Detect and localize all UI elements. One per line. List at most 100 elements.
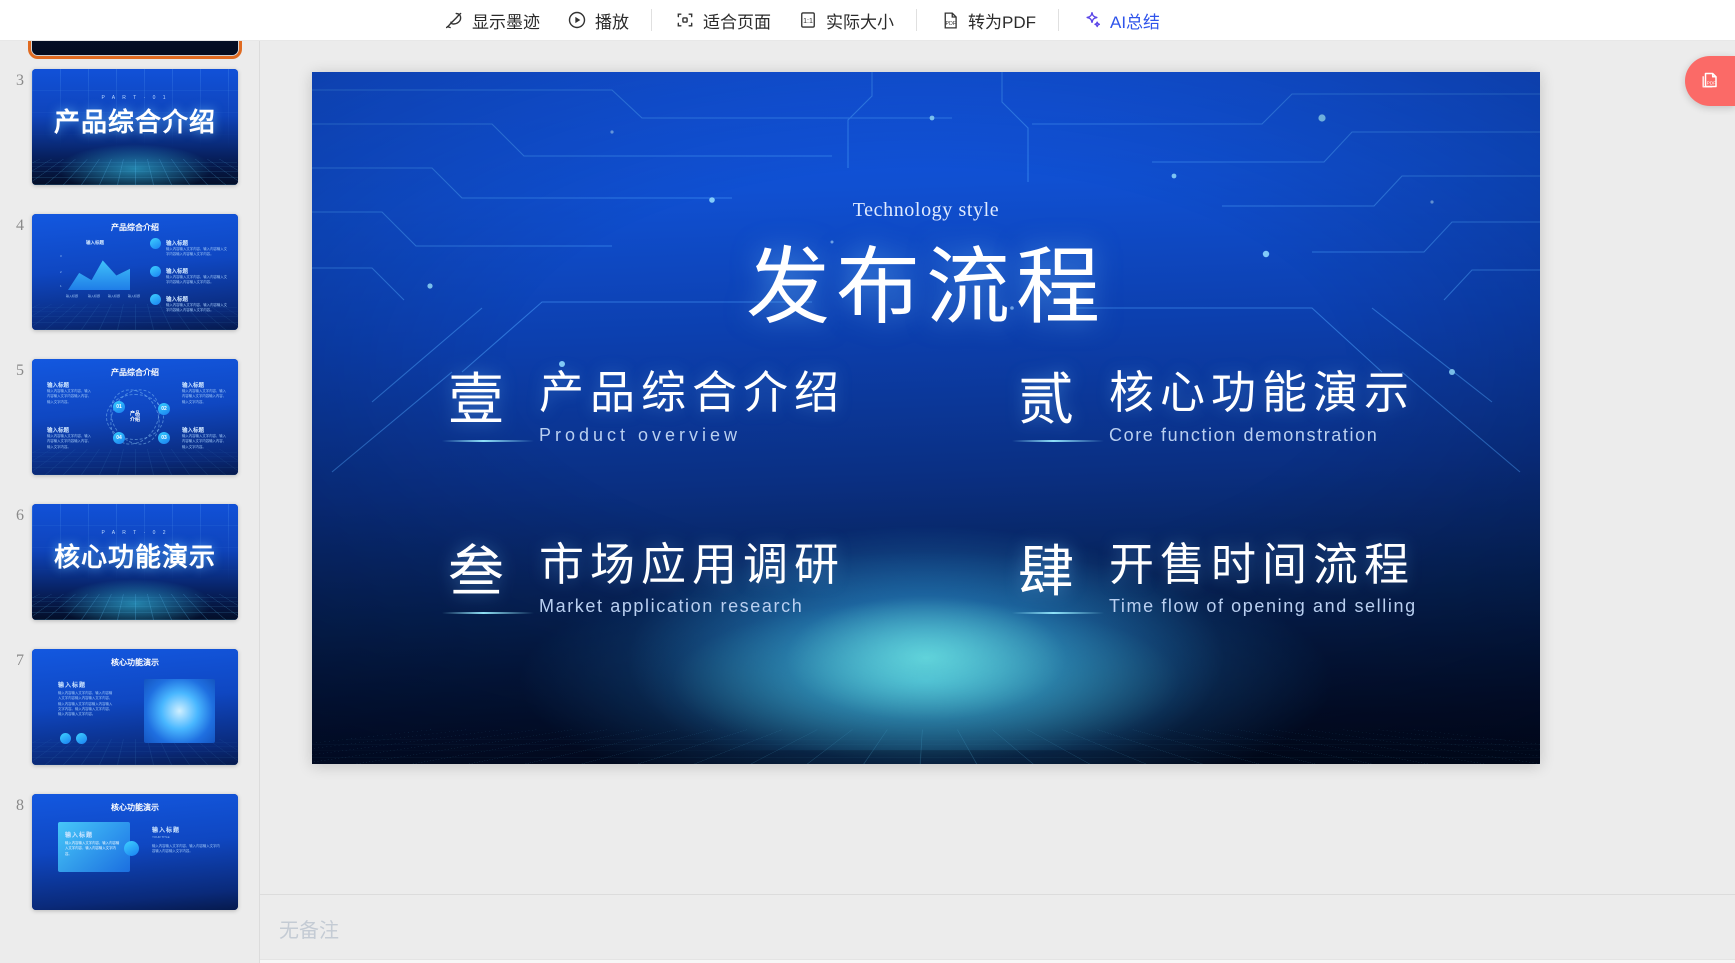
- thumb-item-label: 输入标题: [58, 683, 87, 689]
- agenda-item-2[interactable]: 贰 核心功能演示 Core function demonstration: [926, 368, 1540, 446]
- thumb-item-body: 输入内容输入文字内容，输入内容输入文字内容输入内容，输入文字内容。: [47, 389, 92, 404]
- toolbar-divider-3: [1058, 9, 1059, 31]
- notes-pane[interactable]: 无备注: [260, 894, 1735, 963]
- slide-number-4: 4: [16, 217, 24, 234]
- agenda-subtitle-1: Product overview: [539, 424, 742, 445]
- toolbar-divider-1: [651, 9, 652, 31]
- slide-stage: Technology style 发布流程 壹 产品综合介绍 Product o…: [260, 41, 1735, 894]
- thumb-background: [32, 41, 238, 55]
- thumb-item-sub: YOUR TITLE: [152, 835, 170, 839]
- thumb-bullet-icon: [76, 733, 87, 744]
- thumb-axis-tick: 2: [60, 270, 62, 274]
- thumbnail-row-6[interactable]: 6 P A R T · 0 2 核心功能演示: [0, 504, 259, 620]
- agenda-item-3[interactable]: 叁 市场应用调研 Market application research: [312, 538, 926, 618]
- agenda-number-3: 叁: [442, 539, 534, 614]
- notes-divider: [260, 894, 1735, 895]
- fit-page-button[interactable]: 适合页面: [661, 0, 784, 41]
- slide-eyebrow: Technology style: [852, 199, 1000, 221]
- thumb-floor-grid: [32, 449, 238, 475]
- sidebar-scrollbar-track[interactable]: [244, 41, 250, 963]
- agenda-number-1: 壹: [442, 368, 534, 442]
- slide-thumbnail-3[interactable]: P A R T · 0 1 产品综合介绍: [32, 69, 238, 185]
- svg-text:1:1: 1:1: [803, 17, 813, 25]
- thumb-orbit-node: 02: [158, 403, 170, 415]
- thumb-item-label: 输入标题: [166, 297, 189, 303]
- slide-thumbnail-5[interactable]: 产品综合介绍 产品 介绍 01 02 03 04 输入标题 输入内容输入文字内容，…: [32, 359, 238, 475]
- ai-summary-label: AI总结: [1110, 12, 1161, 32]
- to-pdf-button[interactable]: PDF 转为PDF: [926, 0, 1049, 41]
- svg-text:PDF: PDF: [1707, 80, 1716, 85]
- slide-thumbnail-6[interactable]: P A R T · 0 2 核心功能演示: [32, 504, 238, 620]
- thumb-item-label: 输入标题: [166, 269, 189, 275]
- thumb-bullet-icon: [150, 294, 161, 305]
- thumbnail-row-7[interactable]: 7 核心功能演示 输入标题 输入内容输入文字内容，输入内容输入文字内容输入内容输…: [0, 649, 259, 765]
- ai-summary-button[interactable]: AI总结: [1068, 0, 1173, 41]
- toolbar-divider-2: [916, 9, 917, 31]
- thumb-chart-label: 输入标题: [86, 240, 104, 245]
- thumb-title: 核心功能演示: [53, 542, 216, 572]
- thumb-item-body: 输入内容输入文字内容，输入内容输入文字内容输入内容，输入文字内容。: [47, 434, 92, 449]
- slide-number-6: 6: [16, 507, 24, 524]
- thumb-title: 产品综合介绍: [111, 223, 159, 232]
- agenda-title-1: 产品综合介绍: [539, 367, 846, 418]
- thumb-title: 产品综合介绍: [111, 368, 159, 377]
- slide-thumbnail-7[interactable]: 核心功能演示 输入标题 输入内容输入文字内容，输入内容输入文字内容输入内容输入文…: [32, 649, 238, 765]
- to-pdf-label: 转为PDF: [968, 12, 1036, 32]
- agenda-title-4: 开售时间流程: [1109, 538, 1416, 590]
- export-pdf-fab[interactable]: PDF: [1685, 56, 1735, 106]
- pdf-pages-icon: PDF: [1697, 68, 1723, 94]
- thumb-axis-label: 输入标题: [128, 294, 141, 298]
- slide-thumbnail-sidebar[interactable]: 3 P A R T · 0 1 产品综合介绍 4 产品综合介绍 输入标题 3 2…: [0, 41, 259, 963]
- thumbnail-row-4[interactable]: 4 产品综合介绍 输入标题 3 2 1 输入标题 输入标题 输入标题 输入标题 …: [0, 214, 259, 330]
- agenda-title-3: 市场应用调研: [539, 538, 846, 590]
- thumb-item-body: 输入内容输入文字内容，输入内容输入文字内容输入内容输入文字内容。: [166, 247, 228, 257]
- slide-thumbnail-partial[interactable]: [28, 41, 242, 59]
- show-ink-label: 显示墨迹: [472, 12, 540, 32]
- agenda-item-4[interactable]: 肆 开售时间流程 Time flow of opening and sellin…: [926, 538, 1540, 618]
- fit-page-icon: [674, 9, 696, 31]
- thumb-item-body: 输入内容输入文字内容，输入内容输入文字内容输入内容输入文字内容。: [166, 303, 228, 313]
- thumb-axis-tick: 1: [60, 284, 62, 288]
- active-slide[interactable]: Technology style 发布流程 壹 产品综合介绍 Product o…: [312, 72, 1540, 764]
- sidebar-divider: [259, 41, 260, 963]
- thumb-item-label: 输入标题: [152, 828, 181, 834]
- agenda-title-2: 核心功能演示: [1109, 367, 1416, 418]
- thumb-bullet-icon: [60, 733, 71, 744]
- thumb-floor-grid: [32, 159, 238, 185]
- slide-number-3: 3: [16, 72, 24, 89]
- thumb-orbit-node: 01: [113, 401, 125, 413]
- thumb-image: [144, 679, 215, 743]
- actual-size-button[interactable]: 1:1 实际大小: [784, 0, 907, 41]
- slide-number-5: 5: [16, 362, 24, 379]
- thumb-part-label: P A R T · 0 2: [101, 530, 169, 536]
- play-button[interactable]: 播放: [553, 0, 642, 41]
- thumbnail-row-3[interactable]: 3 P A R T · 0 1 产品综合介绍: [0, 69, 259, 185]
- thumb-axis-label: 输入标题: [88, 294, 101, 298]
- thumb-card-body: 输入内容输入文字内容，输入内容输入文字内容，输入内容输入文字内容。: [65, 841, 120, 856]
- thumb-bullet-icon: [124, 841, 139, 856]
- top-toolbar: 显示墨迹 播放 适合页面 1:1 实际大小 PDF 转为PDF AI总结: [0, 0, 1735, 41]
- thumb-bullet-icon: [150, 238, 161, 249]
- play-circle-icon: [566, 9, 588, 31]
- thumbnail-row-8[interactable]: 8 核心功能演示 输入标题 输入内容输入文字内容，输入内容输入文字内容，输入内容…: [0, 794, 259, 910]
- thumb-item-label: 输入标题: [182, 428, 205, 434]
- thumb-title: 核心功能演示: [111, 803, 159, 812]
- thumb-card-label: 输入标题: [65, 833, 94, 839]
- slide-thumbnail-4[interactable]: 产品综合介绍 输入标题 3 2 1 输入标题 输入标题 输入标题 输入标题 输入…: [32, 214, 238, 330]
- actual-size-label: 实际大小: [826, 12, 894, 32]
- thumb-axis-tick: 3: [60, 254, 62, 258]
- thumbnail-row-5[interactable]: 5 产品综合介绍 产品 介绍 01 02 03 04 输入标题 输入内容输入文字内…: [0, 359, 259, 475]
- thumb-title: 产品综合介绍: [53, 107, 216, 137]
- agenda-number-4: 肆: [1012, 539, 1104, 614]
- thumb-orbit-node: 03: [158, 432, 170, 444]
- show-ink-button[interactable]: 显示墨迹: [430, 0, 553, 41]
- thumbnail-row-partial[interactable]: [0, 41, 259, 59]
- thumb-item-label: 输入标题: [47, 428, 70, 434]
- slide-main-title: 发布流程: [745, 240, 1106, 334]
- status-bar: [260, 959, 1735, 963]
- slide-thumbnail-8[interactable]: 核心功能演示 输入标题 输入内容输入文字内容，输入内容输入文字内容，输入内容输入…: [32, 794, 238, 910]
- thumb-item-label: 输入标题: [166, 241, 189, 247]
- thumb-item-body: 输入内容输入文字内容，输入内容输入文字内容输入内容输入文字内容。: [166, 275, 228, 285]
- agenda-item-1[interactable]: 壹 产品综合介绍 Product overview: [312, 368, 926, 446]
- agenda-row-2: 叁 市场应用调研 Market application research 肆 开…: [312, 538, 1540, 618]
